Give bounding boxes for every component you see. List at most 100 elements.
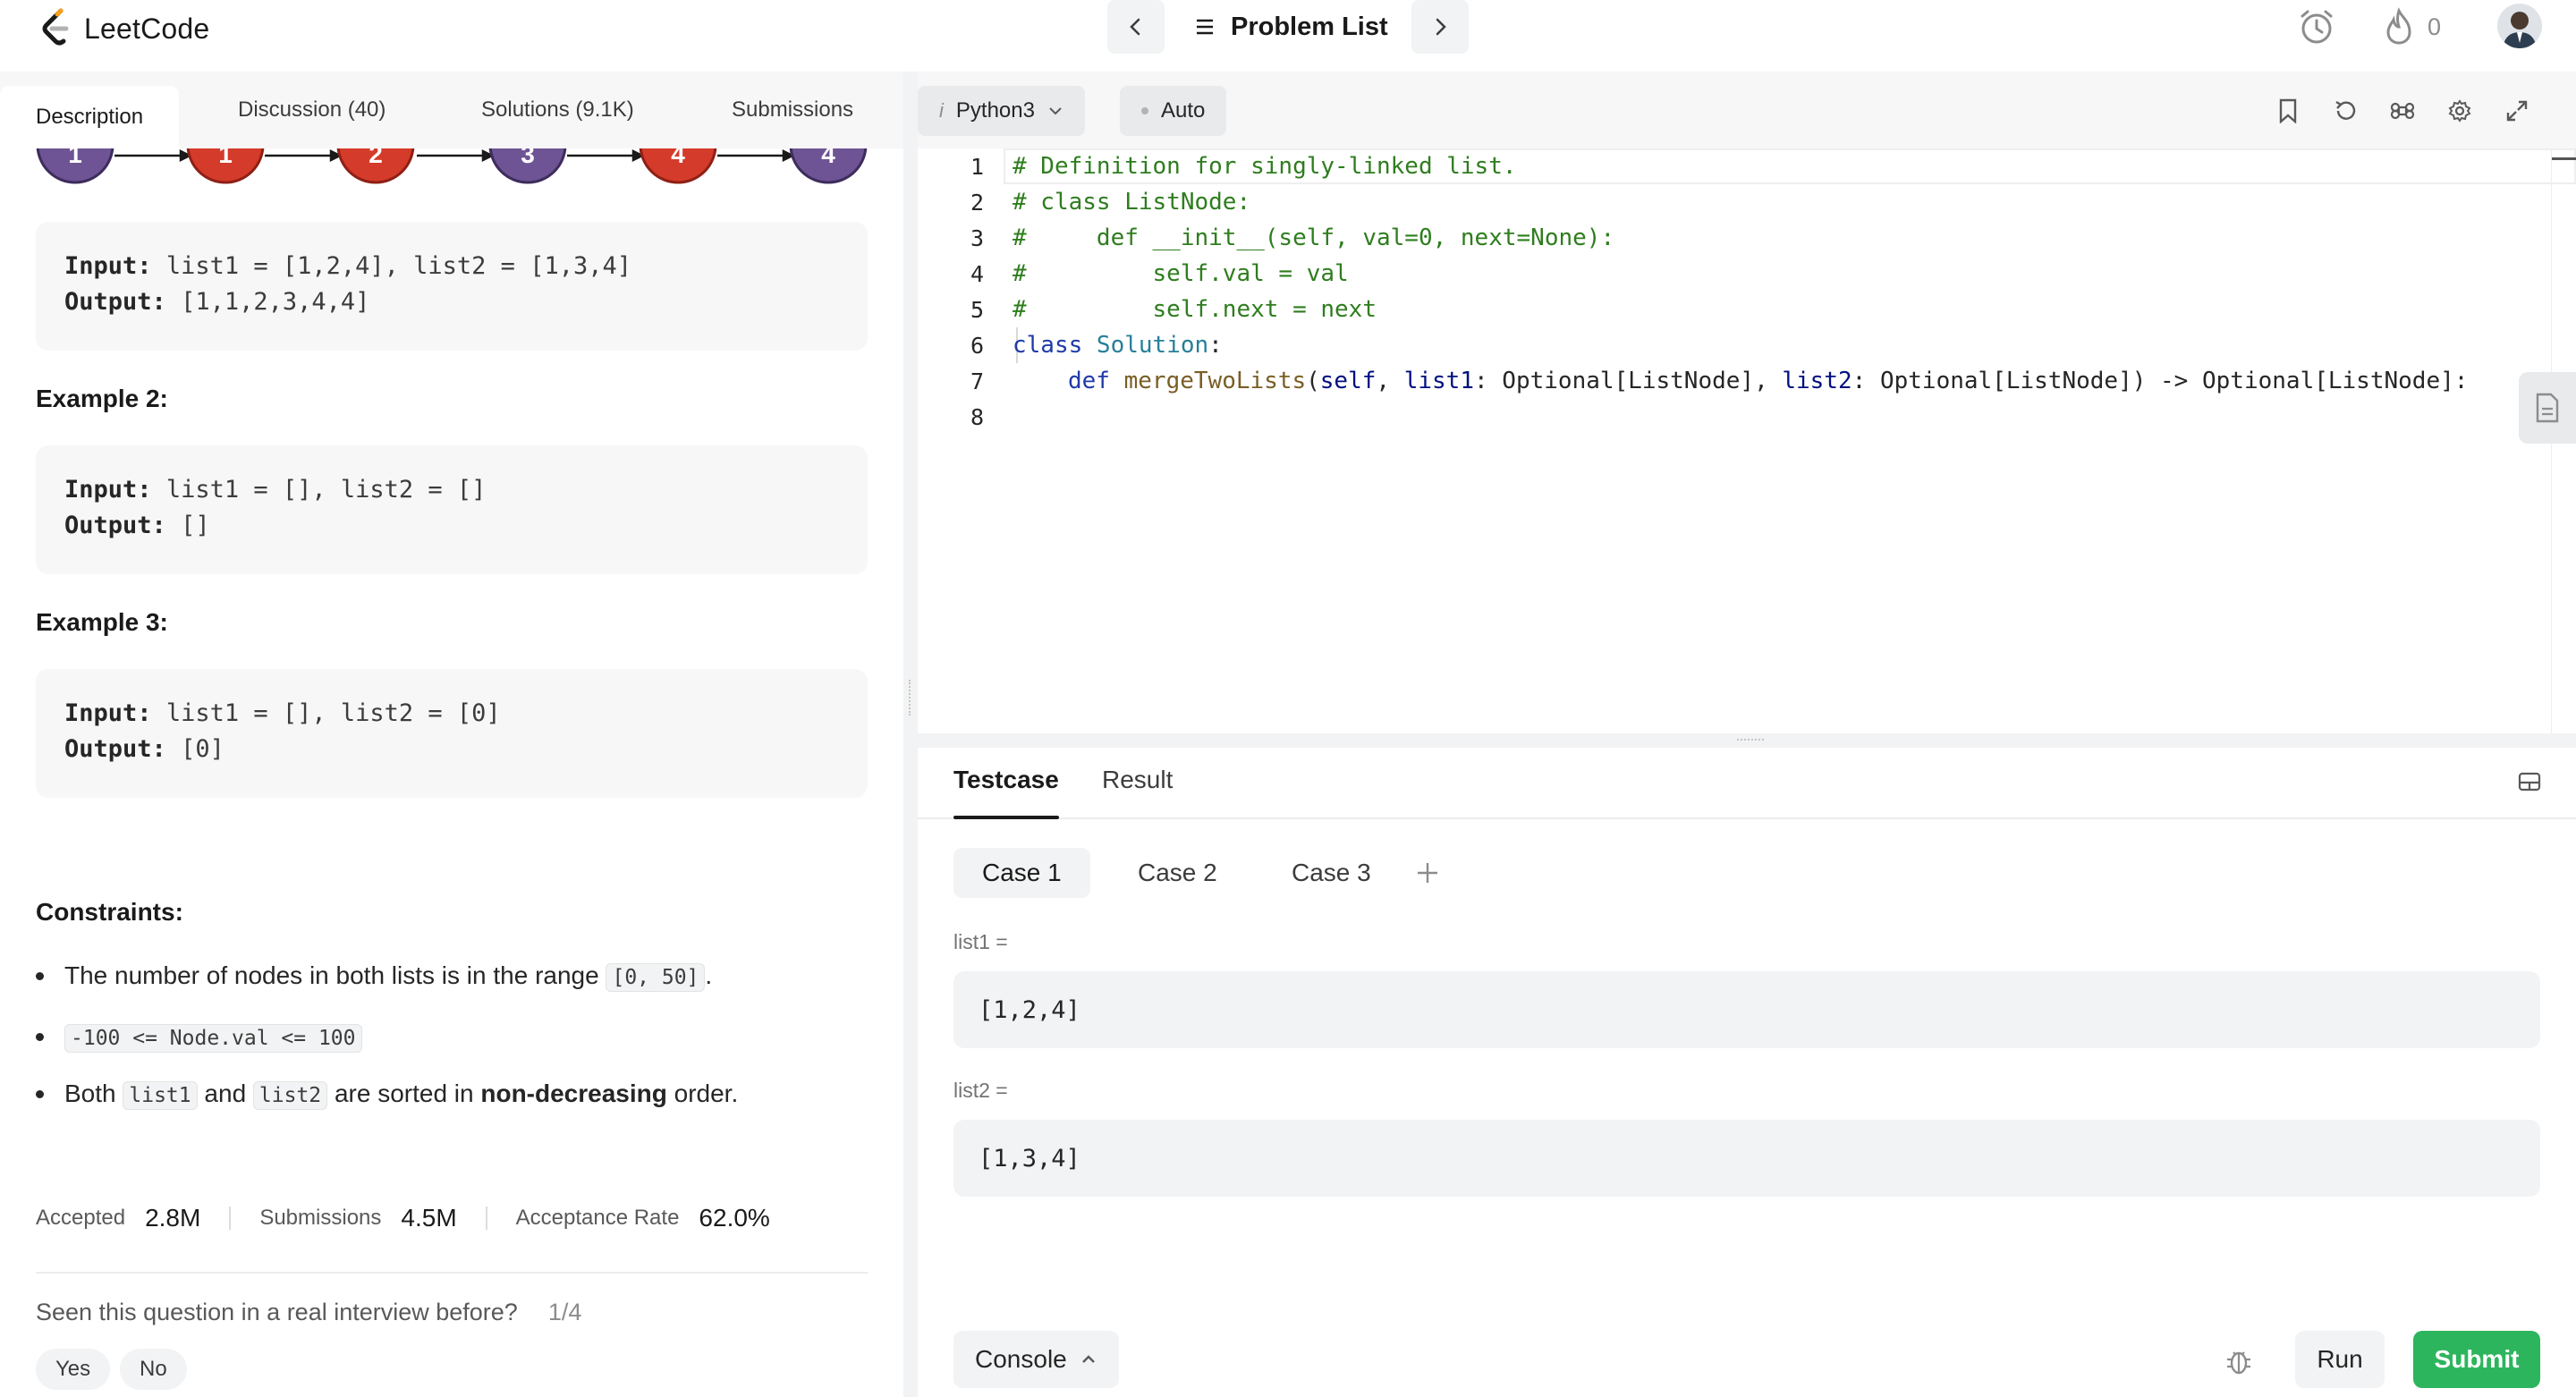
console-toggle-button[interactable]: Console: [953, 1331, 1119, 1388]
tab-testcase[interactable]: Testcase: [953, 766, 1059, 794]
language-label: Python3: [955, 98, 1035, 123]
case-1-tab[interactable]: Case 1: [953, 848, 1090, 898]
debug-button[interactable]: [2222, 1343, 2256, 1377]
reset-icon: [2335, 100, 2356, 120]
run-button[interactable]: Run: [2295, 1331, 2385, 1388]
code-line: 4 # self.val = val: [970, 260, 1349, 287]
interview-no-button[interactable]: No: [120, 1349, 187, 1390]
code-line: 5 # self.next = next: [970, 296, 1377, 323]
prev-problem-button[interactable]: [1107, 0, 1165, 54]
status-dot-icon: [1141, 107, 1148, 114]
example3-title: Example 3:: [36, 608, 168, 636]
diagram-node-label: 1: [68, 148, 82, 168]
editor-toolbar: i Python3 Auto: [918, 72, 2576, 148]
interview-progress: 1/4: [547, 1299, 582, 1325]
tab-result[interactable]: Result: [1102, 766, 1173, 794]
list1-input[interactable]: [1,2,4]: [953, 971, 2540, 1048]
panel-layout-icon: [2518, 772, 2541, 792]
resize-grip: [1737, 739, 1764, 742]
gear-icon: [2448, 99, 2471, 123]
leetcode-logo-icon: [42, 8, 69, 46]
example3-output: [0]: [181, 735, 225, 763]
console-label: Console: [975, 1345, 1067, 1373]
list2-label: list2 =: [953, 1079, 1008, 1102]
shortcuts-button[interactable]: [2386, 95, 2419, 127]
description-tabs: Description Discussion (40) Solutions (9…: [0, 72, 903, 148]
avatar-icon: [2497, 4, 2542, 48]
problem-stats: Accepted 2.8M Submissions 4.5M Acceptanc…: [36, 1204, 770, 1232]
output-label: Output:: [64, 512, 166, 539]
layout-toggle-button[interactable]: [2517, 769, 2544, 796]
constraint-item: The number of nodes in both lists is in …: [36, 957, 868, 996]
auto-mode-label: Auto: [1161, 98, 1206, 123]
tab-discussion[interactable]: Discussion (40): [202, 86, 421, 134]
example2-input: list1 = [], list2 = []: [165, 476, 487, 504]
example2-box: Input: list1 = [], list2 = [] Output: []: [36, 445, 868, 574]
chevron-right-icon: [1436, 18, 1446, 36]
settings-button[interactable]: [2444, 95, 2476, 127]
expand-icon: [2506, 100, 2528, 122]
fullscreen-button[interactable]: [2501, 95, 2533, 127]
bookmark-button[interactable]: [2272, 95, 2304, 127]
code-line: 8: [970, 403, 984, 430]
diagram-node-label: 3: [521, 148, 535, 168]
output-label: Output:: [64, 735, 166, 763]
interview-yes-button[interactable]: Yes: [36, 1349, 111, 1390]
active-tab-indicator: [953, 816, 1059, 819]
accepted-label: Accepted: [36, 1206, 126, 1230]
streak-count: 0: [2428, 13, 2442, 40]
top-navigation: LeetCode Problem List 0: [0, 0, 2576, 72]
acceptance-rate-value: 62.0%: [699, 1204, 770, 1232]
diagram-node-label: 1: [218, 148, 233, 168]
code-line: 2 # class ListNode:: [970, 189, 1251, 216]
timer-button[interactable]: [2297, 0, 2336, 54]
testcase-panel: Testcase Result Case 1 Case 2 Case 3 lis…: [918, 748, 2576, 1397]
tab-description[interactable]: Description: [0, 86, 180, 148]
chevron-up-icon: [1081, 1355, 1095, 1363]
problem-list-button[interactable]: Problem List: [1195, 0, 1388, 54]
constraints-list: The number of nodes in both lists is in …: [36, 957, 868, 1136]
streak-counter[interactable]: 0: [2383, 0, 2441, 54]
code-text-area[interactable]: 1 # Definition for singly-linked list. 2…: [918, 148, 2576, 733]
case-3-tab[interactable]: Case 3: [1263, 848, 1400, 898]
language-select[interactable]: i Python3: [918, 86, 1085, 136]
accepted-value: 2.8M: [145, 1204, 201, 1232]
code-line: 7 def mergeTwoLists(self, list1: Optiona…: [970, 368, 2469, 394]
acceptance-rate-label: Acceptance Rate: [515, 1206, 680, 1230]
submissions-label: Submissions: [259, 1206, 382, 1230]
leetcode-logo[interactable]: LeetCode: [39, 5, 209, 52]
example1-box: Input: list1 = [1,2,4], list2 = [1,3,4] …: [36, 222, 868, 351]
diagram-node-label: 2: [369, 148, 383, 168]
code-editor-panel: i Python3 Auto 1 # Definition for singly…: [918, 72, 2576, 733]
submissions-value: 4.5M: [401, 1204, 457, 1232]
next-problem-button[interactable]: [1411, 0, 1469, 54]
description-panel: Description Discussion (40) Solutions (9…: [0, 72, 903, 1397]
scrollbar-marker: [2552, 157, 2576, 160]
vertical-resize-handle[interactable]: [903, 72, 918, 1397]
resize-grip: [909, 680, 912, 715]
command-key-icon: [2390, 102, 2415, 120]
info-icon: i: [939, 99, 944, 122]
chevron-left-icon: [1130, 18, 1140, 36]
tab-solutions[interactable]: Solutions (9.1K): [445, 86, 670, 134]
constraint-item: Both list1 and list2 are sorted in non-d…: [36, 1075, 868, 1114]
diagram-node-label: 4: [671, 148, 685, 168]
example3-input: list1 = [], list2 = [0]: [165, 699, 501, 727]
case-2-tab[interactable]: Case 2: [1109, 848, 1246, 898]
tab-submissions[interactable]: Submissions: [696, 86, 889, 134]
testcase-tabs: Testcase Result: [918, 748, 2576, 819]
list2-input[interactable]: [1,3,4]: [953, 1120, 2540, 1197]
interview-question-text: Seen this question in a real interview b…: [36, 1299, 518, 1325]
horizontal-resize-handle[interactable]: [918, 733, 2576, 748]
reset-code-button[interactable]: [2329, 95, 2361, 127]
notes-button[interactable]: [2519, 372, 2576, 444]
chevron-down-icon: [1049, 107, 1062, 115]
code-line: 1 # Definition for singly-linked list.: [970, 153, 1517, 180]
submit-button[interactable]: Submit: [2413, 1331, 2540, 1388]
list1-label: list1 =: [953, 930, 1008, 953]
user-avatar[interactable]: [2497, 4, 2542, 48]
auto-mode-toggle[interactable]: Auto: [1120, 86, 1227, 136]
add-case-button[interactable]: [1413, 859, 1442, 887]
stats-divider: [229, 1206, 232, 1230]
logo-text: LeetCode: [84, 12, 210, 45]
